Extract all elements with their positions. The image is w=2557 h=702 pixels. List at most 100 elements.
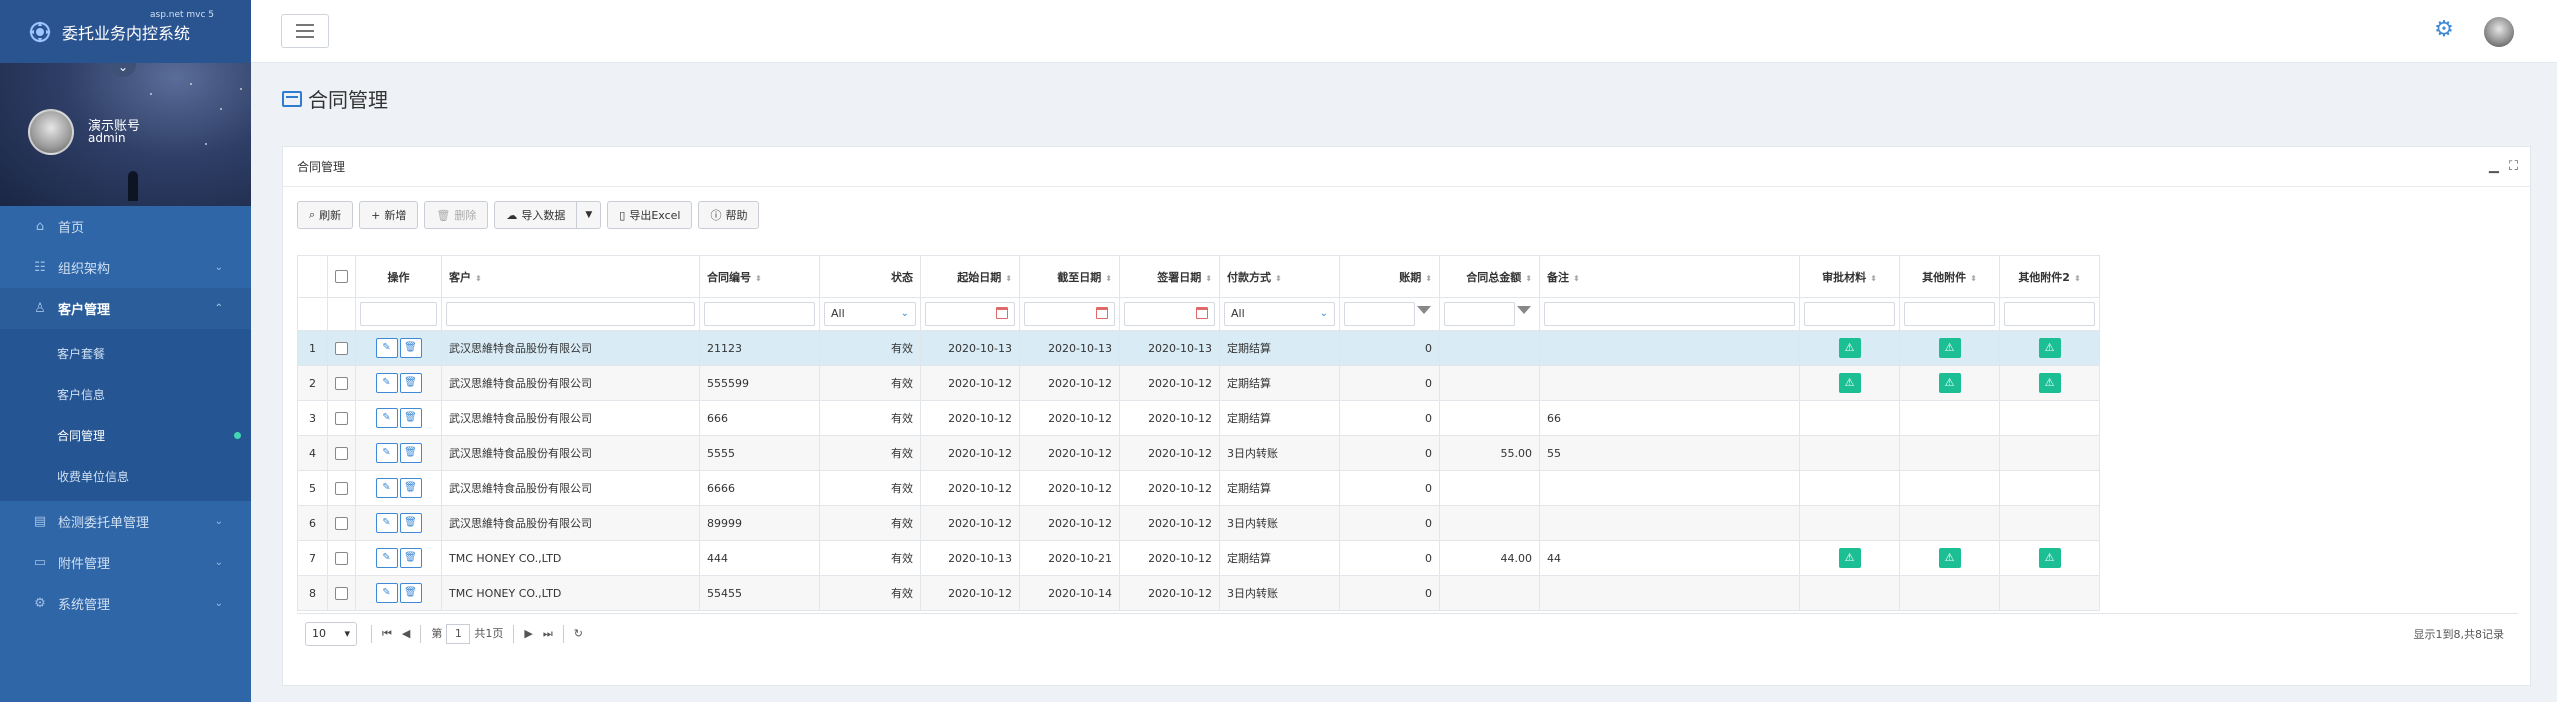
upload-file-icon[interactable]: ⚠ bbox=[1938, 548, 1961, 568]
col-customer[interactable]: 客户 ⬍ bbox=[441, 255, 700, 298]
row-checkbox[interactable] bbox=[335, 481, 348, 495]
upload-file-icon[interactable]: ⚠ bbox=[2038, 373, 2061, 393]
upload-file-icon[interactable]: ⚠ bbox=[2038, 548, 2061, 568]
edit-icon[interactable]: ✎ bbox=[375, 408, 398, 428]
table-row[interactable]: 4 ✎ 🗑 武汉思維特食品股份有限公司 5555 有效 2020-10-12 2020-10-… bbox=[297, 435, 2100, 471]
trash-icon[interactable]: 🗑 bbox=[399, 548, 422, 568]
trash-icon[interactable]: 🗑 bbox=[399, 513, 422, 533]
pay-filter-select[interactable]: All ⌄ bbox=[1224, 302, 1335, 326]
col-period[interactable]: 账期 ⬍ bbox=[1339, 255, 1440, 298]
start-date-filter[interactable] bbox=[925, 302, 1015, 326]
att1-filter-input[interactable] bbox=[1904, 302, 1995, 326]
refresh-button[interactable]: ⌕ 刷新 bbox=[297, 201, 354, 229]
profile-collapse-toggle[interactable]: ⌄ bbox=[110, 63, 136, 77]
trash-icon[interactable]: 🗑 bbox=[399, 443, 422, 463]
sidebar-item-inspection-orders[interactable]: ▤ 检测委托单管理 ⌄ bbox=[0, 501, 251, 542]
edit-icon[interactable]: ✎ bbox=[375, 513, 398, 533]
help-button[interactable]: ⓘ 帮助 bbox=[698, 201, 760, 229]
edit-icon[interactable]: ✎ bbox=[375, 338, 398, 358]
edit-icon[interactable]: ✎ bbox=[375, 548, 398, 568]
trash-icon[interactable]: 🗑 bbox=[399, 583, 422, 603]
table-row[interactable]: 7 ✎ 🗑 TMC HONEY CO.,LTD 444 有效 2020-10-13 2020-… bbox=[297, 540, 2100, 576]
add-button[interactable]: + 新增 bbox=[359, 201, 419, 229]
settings-gear-icon[interactable]: ⚙ bbox=[2433, 19, 2455, 41]
maximize-icon[interactable]: ⛶ bbox=[2509, 159, 2518, 174]
edit-icon[interactable]: ✎ bbox=[375, 443, 398, 463]
next-page-icon[interactable]: ▶ bbox=[524, 627, 532, 640]
delete-button[interactable]: 🗑 删除 bbox=[424, 201, 489, 229]
menu-toggle-button[interactable] bbox=[281, 14, 329, 48]
prev-page-icon[interactable]: ◀ bbox=[402, 627, 410, 640]
col-att1[interactable]: 其他附件 ⬍ bbox=[1899, 255, 2000, 298]
minimize-icon[interactable]: ▁ bbox=[2489, 159, 2499, 174]
row-checkbox[interactable] bbox=[335, 376, 348, 390]
total-filter-input[interactable] bbox=[1444, 302, 1515, 326]
user-avatar[interactable] bbox=[28, 109, 74, 155]
row-checkbox[interactable] bbox=[335, 341, 348, 355]
row-checkbox[interactable] bbox=[335, 411, 348, 425]
sidebar-item-home[interactable]: ⌂ 首页 bbox=[0, 206, 251, 247]
table-row[interactable]: 3 ✎ 🗑 武汉思維特食品股份有限公司 666 有效 2020-10-12 2020-10-1… bbox=[297, 400, 2100, 436]
col-total[interactable]: 合同总金额 ⬍ bbox=[1439, 255, 1540, 298]
upload-file-icon[interactable]: ⚠ bbox=[2038, 338, 2061, 358]
row-checkbox[interactable] bbox=[335, 586, 348, 600]
sidebar-item-customer[interactable]: ♙ 客户管理 ⌃ bbox=[0, 288, 251, 329]
row-checkbox[interactable] bbox=[335, 446, 348, 460]
end-date-filter[interactable] bbox=[1024, 302, 1115, 326]
first-page-icon[interactable]: ⏮ bbox=[382, 627, 392, 641]
table-row[interactable]: 6 ✎ 🗑 武汉思維特食品股份有限公司 89999 有效 2020-10-12 2020-10… bbox=[297, 505, 2100, 541]
reload-icon[interactable]: ↻ bbox=[574, 627, 583, 640]
edit-icon[interactable]: ✎ bbox=[375, 583, 398, 603]
filter-input[interactable] bbox=[360, 302, 437, 326]
table-row[interactable]: 8 ✎ 🗑 TMC HONEY CO.,LTD 55455 有效 2020-10-12 202… bbox=[297, 575, 2100, 611]
trash-icon[interactable]: 🗑 bbox=[399, 338, 422, 358]
import-dropdown-caret[interactable]: ▼ bbox=[577, 201, 602, 229]
trash-icon[interactable]: 🗑 bbox=[399, 478, 422, 498]
sidebar-subitem-customer-info[interactable]: 客户信息 bbox=[0, 374, 251, 415]
edit-icon[interactable]: ✎ bbox=[375, 373, 398, 393]
trash-icon[interactable]: 🗑 bbox=[399, 373, 422, 393]
col-audit[interactable]: 审批材料 ⬍ bbox=[1799, 255, 1900, 298]
select-all-checkbox[interactable] bbox=[327, 255, 356, 298]
status-filter-select[interactable]: All ⌄ bbox=[824, 302, 916, 326]
col-sign[interactable]: 签署日期 ⬍ bbox=[1119, 255, 1220, 298]
funnel-icon[interactable] bbox=[1417, 306, 1431, 314]
trash-icon[interactable]: 🗑 bbox=[399, 408, 422, 428]
note-filter-input[interactable] bbox=[1544, 302, 1795, 326]
audit-filter-input[interactable] bbox=[1804, 302, 1895, 326]
export-excel-button[interactable]: ▯ 导出Excel bbox=[607, 201, 693, 229]
sidebar-subitem-billing-units[interactable]: 收费单位信息 bbox=[0, 456, 251, 497]
upload-file-icon[interactable]: ⚠ bbox=[1938, 338, 1961, 358]
table-row[interactable]: 2 ✎ 🗑 武汉思維特食品股份有限公司 555599 有效 2020-10-12 2020-1… bbox=[297, 365, 2100, 401]
edit-icon[interactable]: ✎ bbox=[375, 478, 398, 498]
col-att2[interactable]: 其他附件2 ⬍ bbox=[1999, 255, 2100, 298]
col-contract-no[interactable]: 合同编号 ⬍ bbox=[699, 255, 820, 298]
row-checkbox[interactable] bbox=[335, 551, 348, 565]
page-size-select[interactable]: 10 ▾ bbox=[305, 621, 357, 646]
sidebar-item-org[interactable]: ☷ 组织架构 ⌄ bbox=[0, 247, 251, 288]
customer-filter-input[interactable] bbox=[446, 302, 695, 326]
upload-file-icon[interactable]: ⚠ bbox=[1838, 548, 1861, 568]
sidebar-item-attachments[interactable]: ▭ 附件管理 ⌄ bbox=[0, 542, 251, 583]
import-button[interactable]: ☁ 导入数据 bbox=[494, 201, 578, 229]
upload-file-icon[interactable]: ⚠ bbox=[1938, 373, 1961, 393]
sidebar-subitem-contracts[interactable]: 合同管理 bbox=[0, 415, 251, 456]
col-pay[interactable]: 付款方式 ⬍ bbox=[1219, 255, 1340, 298]
table-row[interactable]: 1 ✎ 🗑 武汉思維特食品股份有限公司 21123 有效 2020-10-13 2020-10… bbox=[297, 330, 2100, 366]
col-end[interactable]: 截至日期 ⬍ bbox=[1019, 255, 1120, 298]
contract-no-filter-input[interactable] bbox=[704, 302, 815, 326]
upload-file-icon[interactable]: ⚠ bbox=[1838, 338, 1861, 358]
row-checkbox[interactable] bbox=[335, 516, 348, 530]
page-number-input[interactable]: 1 bbox=[446, 623, 471, 644]
sign-date-filter[interactable] bbox=[1124, 302, 1215, 326]
col-note[interactable]: 备注 ⬍ bbox=[1539, 255, 1800, 298]
sidebar-item-system[interactable]: ⚙ 系统管理 ⌄ bbox=[0, 583, 251, 624]
funnel-icon[interactable] bbox=[1517, 306, 1531, 314]
att2-filter-input[interactable] bbox=[2004, 302, 2095, 326]
period-filter-input[interactable] bbox=[1344, 302, 1415, 326]
table-row[interactable]: 5 ✎ 🗑 武汉思維特食品股份有限公司 6666 有效 2020-10-12 2020-10-… bbox=[297, 470, 2100, 506]
upload-file-icon[interactable]: ⚠ bbox=[1838, 373, 1861, 393]
col-start[interactable]: 起始日期 ⬍ bbox=[920, 255, 1020, 298]
sidebar-subitem-packages[interactable]: 客户套餐 bbox=[0, 333, 251, 374]
last-page-icon[interactable]: ⏭ bbox=[543, 627, 553, 641]
